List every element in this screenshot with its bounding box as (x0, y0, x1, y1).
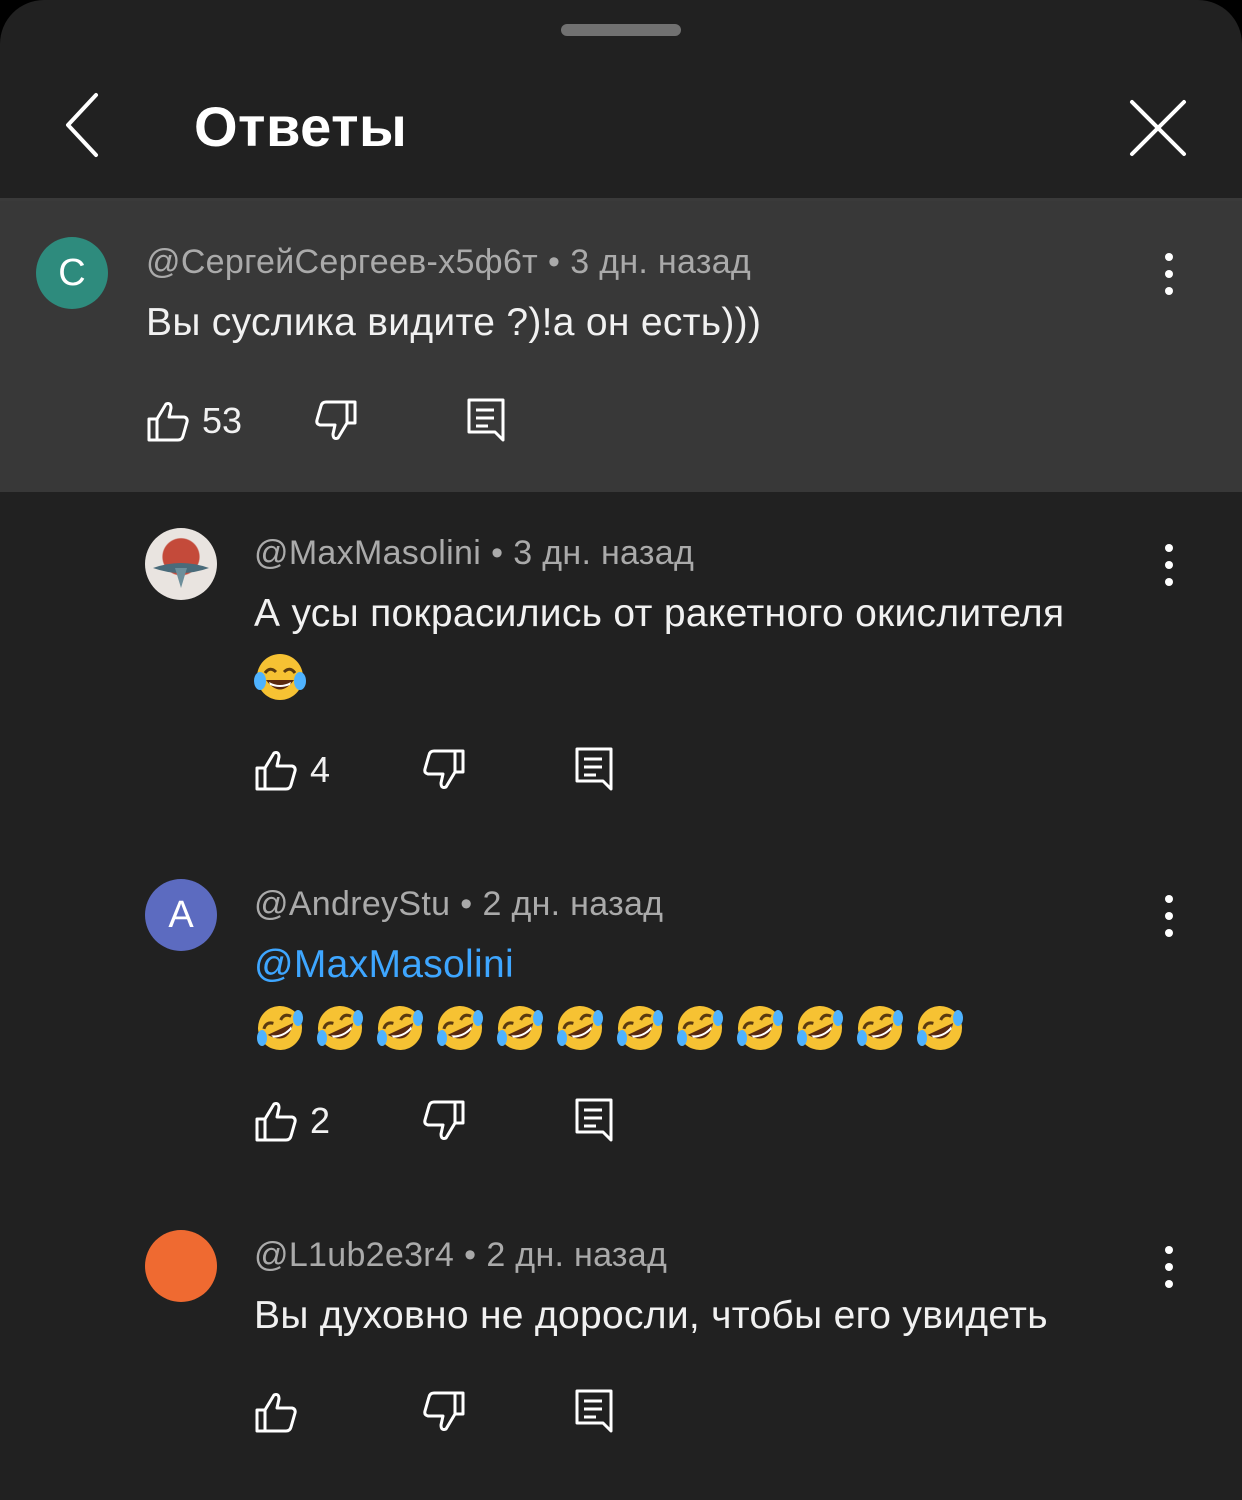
reply-comment: @L1ub2e3r4 • 2 дн. назад Вы духовно не дор… (0, 1194, 1242, 1500)
rofl-emoji-icon (377, 1006, 423, 1051)
rofl-emoji-icon (617, 1006, 663, 1051)
rofl-emoji-icon (437, 1006, 483, 1051)
emoji-row (254, 997, 974, 1057)
comment-menu-button[interactable] (1154, 885, 1184, 945)
comment-meta: @MaxMasolini • 3 дн. назад (254, 534, 694, 573)
mention-link[interactable]: @MaxMasolini (254, 943, 514, 986)
dislike-button[interactable] (314, 391, 358, 451)
thumbs-down-icon (315, 400, 357, 440)
replies-sheet: Ответы С @СергейСергеев-х5ф6т • 3 дн. наза… (0, 0, 1242, 1500)
header: Ответы (0, 50, 1242, 200)
avatar[interactable] (145, 528, 217, 600)
comment-meta: @AndreyStu • 2 дн. назад (254, 885, 663, 924)
comment-meta: @L1ub2e3r4 • 2 дн. назад (254, 1236, 667, 1275)
rofl-emoji-icon (317, 1006, 363, 1051)
reply-icon (575, 1098, 613, 1142)
reply-icon (575, 747, 613, 791)
rofl-emoji-icon (857, 1006, 903, 1051)
comment-text: @MaxMasolini (254, 935, 1174, 1057)
thumbs-down-icon (423, 1100, 465, 1140)
comment-text: Вы суслика видите ?)!а он есть))) (146, 301, 762, 344)
thumbs-up-icon (255, 751, 297, 791)
avatar-image-icon (153, 563, 209, 588)
avatar[interactable]: A (145, 879, 217, 951)
rofl-emoji-icon (797, 1006, 843, 1051)
page-title: Ответы (194, 95, 408, 158)
like-count: 4 (310, 749, 331, 790)
reply-icon (467, 398, 505, 442)
meta-separator: • (491, 534, 504, 572)
thumbs-up-icon (147, 402, 189, 442)
comment-text-body: А усы покрасились от ракетного окислител… (254, 592, 1065, 635)
comment-text: Вы духовно не доросли, чтобы его увидеть (254, 1294, 1048, 1337)
chevron-left-icon (66, 93, 98, 157)
thumbs-up-icon (255, 1393, 297, 1433)
avatar-letter: С (58, 251, 86, 294)
dislike-button[interactable] (422, 740, 466, 800)
thumbs-down-icon (423, 749, 465, 789)
reply-button[interactable] (574, 1382, 616, 1442)
rofl-emoji-icon (677, 1006, 723, 1051)
like-button[interactable]: 4 (254, 740, 330, 800)
rofl-emoji-icon (737, 1006, 783, 1051)
comment-meta: @СергейСергеев-х5ф6т • 3 дн. назад (146, 243, 751, 282)
rofl-emoji-icon (497, 1006, 543, 1051)
reply-comment: @MaxMasolini • 3 дн. назад А усы покрасили… (0, 492, 1242, 842)
rofl-emoji-icon (557, 1006, 603, 1051)
dislike-button[interactable] (422, 1382, 466, 1442)
meta-separator: • (548, 243, 561, 281)
reply-comment: A @AndreyStu • 2 дн. назад @MaxMasolini 2 (0, 843, 1242, 1193)
comment-author[interactable]: @MaxMasolini (254, 534, 481, 572)
more-vert-icon (1165, 1246, 1173, 1288)
dislike-button[interactable] (422, 1091, 466, 1151)
more-vert-icon (1165, 895, 1173, 937)
reply-button[interactable] (574, 1091, 616, 1151)
like-count: 2 (310, 1100, 331, 1141)
comment-author[interactable]: @СергейСергеев-х5ф6т (146, 243, 538, 281)
rofl-emoji-icon (917, 1006, 963, 1051)
meta-separator: • (460, 885, 473, 923)
close-icon (1130, 100, 1186, 156)
back-button[interactable] (50, 90, 116, 160)
comment-menu-button[interactable] (1154, 1236, 1184, 1296)
comment-time: 2 дн. назад (482, 885, 664, 923)
comment-menu-button[interactable] (1154, 534, 1184, 594)
more-vert-icon (1165, 253, 1173, 295)
rofl-emoji-icon (257, 1006, 303, 1051)
like-button[interactable]: 2 (254, 1091, 330, 1151)
reply-icon (575, 1389, 613, 1433)
parent-comment: С @СергейСергеев-х5ф6т • 3 дн. назад Вы су… (0, 201, 1242, 492)
comment-author[interactable]: @AndreyStu (254, 885, 450, 923)
reply-button[interactable] (466, 391, 508, 451)
comment-text: А усы покрасились от ракетного окислител… (254, 584, 1174, 706)
close-button[interactable] (1118, 88, 1198, 168)
more-vert-icon (1165, 544, 1173, 586)
comment-time: 3 дн. назад (570, 243, 752, 281)
thumbs-down-icon (423, 1391, 465, 1431)
comment-menu-button[interactable] (1154, 243, 1184, 303)
comment-time: 2 дн. назад (486, 1236, 668, 1274)
emoji-row (254, 646, 314, 706)
drag-handle[interactable] (561, 24, 681, 36)
avatar[interactable] (145, 1230, 217, 1302)
joy-emoji-icon (254, 654, 306, 701)
comment-author[interactable]: @L1ub2e3r4 (254, 1236, 454, 1274)
like-button[interactable]: 53 (146, 391, 242, 451)
like-count: 53 (202, 400, 243, 441)
meta-separator: • (464, 1236, 477, 1274)
avatar-letter: A (168, 893, 194, 936)
avatar[interactable]: С (36, 237, 108, 309)
comment-time: 3 дн. назад (513, 534, 695, 572)
thumbs-up-icon (255, 1102, 297, 1142)
like-button[interactable] (254, 1382, 310, 1442)
reply-button[interactable] (574, 740, 616, 800)
